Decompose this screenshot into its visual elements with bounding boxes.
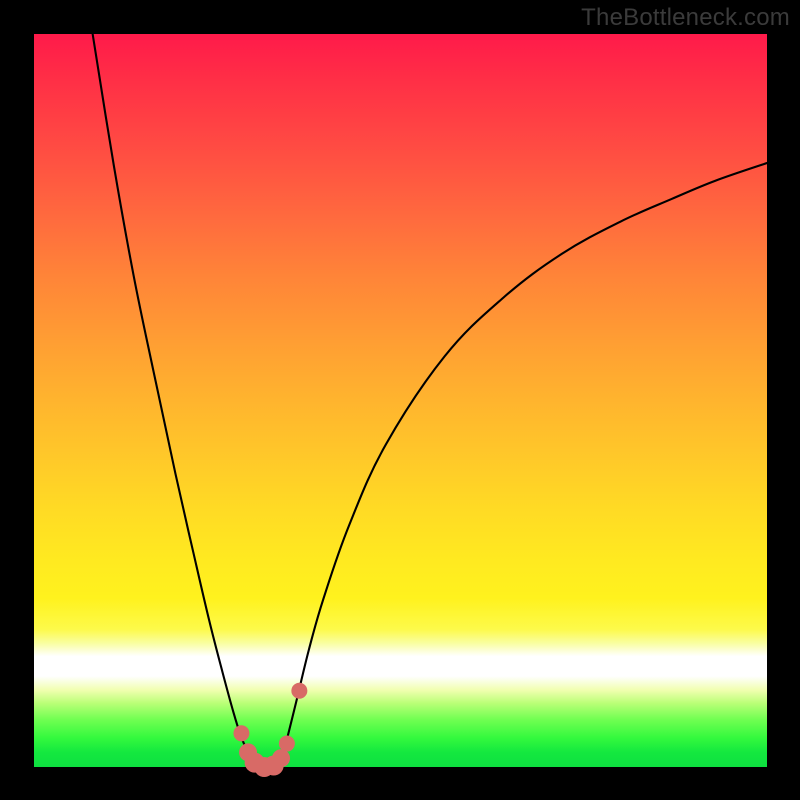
valley-marker: [279, 736, 295, 752]
curves-svg: [34, 34, 767, 767]
valley-marker: [272, 749, 290, 767]
valley-marker: [291, 683, 307, 699]
curve-right-branch: [279, 163, 767, 767]
chart-frame: TheBottleneck.com: [0, 0, 800, 800]
valley-markers-group: [233, 683, 307, 777]
watermark-text: TheBottleneck.com: [581, 4, 790, 32]
valley-marker: [233, 725, 249, 741]
curve-left-branch: [93, 34, 257, 767]
plot-area: [34, 34, 767, 767]
